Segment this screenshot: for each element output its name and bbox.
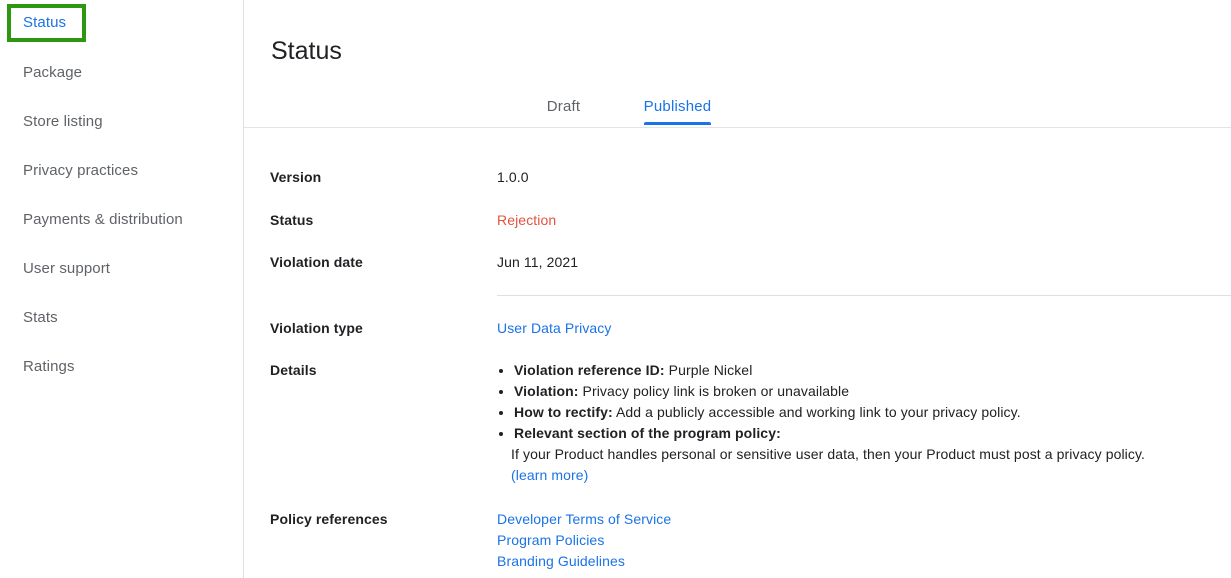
tab-label: Draft xyxy=(546,98,581,115)
detail-term: How to rectify: xyxy=(514,404,613,420)
sidebar-nav: Status Package Store listing Privacy pra… xyxy=(0,0,244,578)
label-details: Details xyxy=(270,362,317,378)
sidebar-item-ratings[interactable]: Ratings xyxy=(0,353,243,381)
detail-term: Violation: xyxy=(514,383,579,399)
label-violation-date: Violation date xyxy=(270,254,363,270)
tab-active-indicator xyxy=(644,122,711,125)
list-item: Violation reference ID: Purple Nickel xyxy=(514,360,1231,381)
detail-term: Violation reference ID: xyxy=(514,362,665,378)
link-program-policies[interactable]: Program Policies xyxy=(497,530,671,551)
label-status: Status xyxy=(270,212,314,228)
label-policy-references: Policy references xyxy=(270,511,388,527)
sidebar-item-label: Package xyxy=(23,64,83,81)
list-item: Relevant section of the program policy: xyxy=(514,423,1231,444)
sidebar-item-stats[interactable]: Stats xyxy=(0,304,243,332)
label-violation-type: Violation type xyxy=(270,320,363,336)
status-badge: Rejection xyxy=(497,212,557,228)
detail-term: Relevant section of the program policy: xyxy=(514,425,781,441)
main-content: Status Draft Published Version 1.0.0 Sta… xyxy=(244,0,1231,578)
sidebar-item-store-listing[interactable]: Store listing xyxy=(0,108,243,136)
sidebar-item-label: Ratings xyxy=(23,358,75,375)
link-developer-terms-of-service[interactable]: Developer Terms of Service xyxy=(497,509,671,530)
sidebar-item-label: Stats xyxy=(23,309,58,326)
sidebar-item-label: Store listing xyxy=(23,113,103,130)
app-root: Status Package Store listing Privacy pra… xyxy=(0,0,1231,578)
sidebar-item-payments-distribution[interactable]: Payments & distribution xyxy=(0,206,243,234)
value-violation-type: User Data Privacy xyxy=(497,318,612,338)
sidebar-item-privacy-practices[interactable]: Privacy practices xyxy=(0,157,243,185)
sidebar-item-package[interactable]: Package xyxy=(0,59,243,87)
details-bullet-list: Violation reference ID: Purple Nickel Vi… xyxy=(497,360,1231,444)
section-divider xyxy=(497,295,1231,296)
list-item: Violation: Privacy policy link is broken… xyxy=(514,381,1231,402)
sidebar-item-status[interactable]: Status xyxy=(0,9,243,37)
value-violation-date: Jun 11, 2021 xyxy=(497,254,579,270)
tab-bar: Draft Published xyxy=(244,86,1231,128)
policy-reference-links: Developer Terms of Service Program Polic… xyxy=(497,509,671,572)
detail-text: Purple Nickel xyxy=(664,362,753,378)
list-item: How to rectify: Add a publicly accessibl… xyxy=(514,402,1231,423)
value-version: 1.0.0 xyxy=(497,169,529,185)
tab-label: Published xyxy=(643,98,712,115)
sidebar-item-label: Privacy practices xyxy=(23,162,139,179)
link-user-data-privacy[interactable]: User Data Privacy xyxy=(497,320,612,336)
tab-published[interactable]: Published xyxy=(632,86,723,127)
detail-text: Privacy policy link is broken or unavail… xyxy=(578,383,850,399)
link-learn-more[interactable]: (learn more) xyxy=(511,465,588,486)
sidebar-item-label: Payments & distribution xyxy=(23,211,183,228)
sidebar-item-label: User support xyxy=(23,260,111,277)
link-branding-guidelines[interactable]: Branding Guidelines xyxy=(497,551,671,572)
label-version: Version xyxy=(270,169,322,185)
sidebar-item-label: Status xyxy=(23,14,67,31)
page-title: Status xyxy=(271,36,342,65)
detail-text: Add a publicly accessible and working li… xyxy=(612,404,1021,420)
sidebar-item-user-support[interactable]: User support xyxy=(0,255,243,283)
tab-draft[interactable]: Draft xyxy=(520,86,607,127)
details-program-policy-text: If your Product handles personal or sens… xyxy=(511,446,1146,462)
